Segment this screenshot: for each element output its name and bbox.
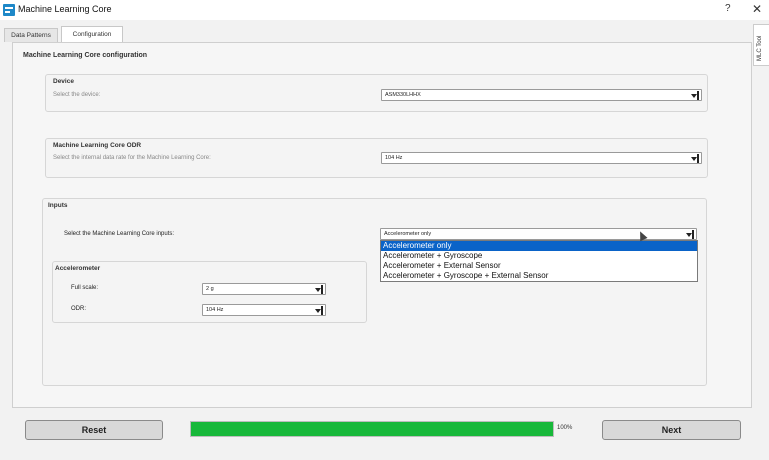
accel-odr-select[interactable]: 104 Hz [202, 304, 326, 316]
title-bar: Machine Learning Core ? ✕ [0, 0, 769, 20]
device-select-value: ASM330LHHX [385, 92, 421, 98]
window-title: Machine Learning Core [18, 4, 112, 14]
inputs-label: Select the Machine Learning Core inputs: [64, 231, 175, 237]
chevron-down-icon [690, 91, 699, 100]
app-icon [3, 4, 15, 16]
dropdown-option[interactable]: Accelerometer + Gyroscope + External Sen… [381, 271, 697, 281]
next-button[interactable]: Next [602, 420, 741, 440]
device-group-title: Device [53, 78, 74, 85]
full-scale-label: Full scale: [71, 285, 99, 291]
dropdown-option[interactable]: Accelerometer + Gyroscope [381, 251, 697, 261]
chevron-down-icon [685, 230, 694, 239]
odr-group-title: Machine Learning Core ODR [53, 142, 142, 149]
inputs-select[interactable]: Accelerometer only [380, 228, 697, 240]
accel-odr-value: 104 Hz [206, 307, 224, 313]
progress-text: 100% [557, 425, 573, 431]
side-tab-label: MLC Tool [757, 35, 763, 61]
accelerometer-group-title: Accelerometer [55, 265, 101, 272]
close-button[interactable]: ✕ [752, 2, 762, 16]
progress-bar [190, 421, 554, 437]
chevron-down-icon [690, 154, 699, 163]
odr-select-value: 104 Hz [385, 155, 403, 161]
accel-odr-label: ODR: [71, 306, 86, 312]
tab-data-patterns[interactable]: Data Patterns [4, 28, 58, 42]
config-title: Machine Learning Core configuration [23, 52, 148, 59]
inputs-select-value: Accelerometer only [384, 231, 432, 237]
dropdown-option[interactable]: Accelerometer only [381, 241, 697, 251]
odr-select[interactable]: 104 Hz [381, 152, 702, 164]
full-scale-value: 2 g [206, 286, 214, 292]
dropdown-option[interactable]: Accelerometer + External Sensor [381, 261, 697, 271]
inputs-dropdown-list[interactable]: Accelerometer only Accelerometer + Gyros… [380, 240, 698, 282]
chevron-down-icon [314, 285, 323, 294]
odr-hint: Select the internal data rate for the Ma… [53, 155, 211, 161]
reset-button[interactable]: Reset [25, 420, 163, 440]
progress-fill [191, 422, 553, 436]
chevron-down-icon [314, 306, 323, 315]
device-select[interactable]: ASM330LHHX [381, 89, 702, 101]
device-hint: Select the device: [53, 92, 101, 98]
full-scale-select[interactable]: 2 g [202, 283, 326, 295]
inputs-group-title: Inputs [48, 202, 68, 209]
side-tab-mlc-tool[interactable]: MLC Tool [753, 24, 769, 66]
help-button[interactable]: ? [725, 3, 731, 14]
tab-configuration[interactable]: Configuration [61, 26, 123, 42]
